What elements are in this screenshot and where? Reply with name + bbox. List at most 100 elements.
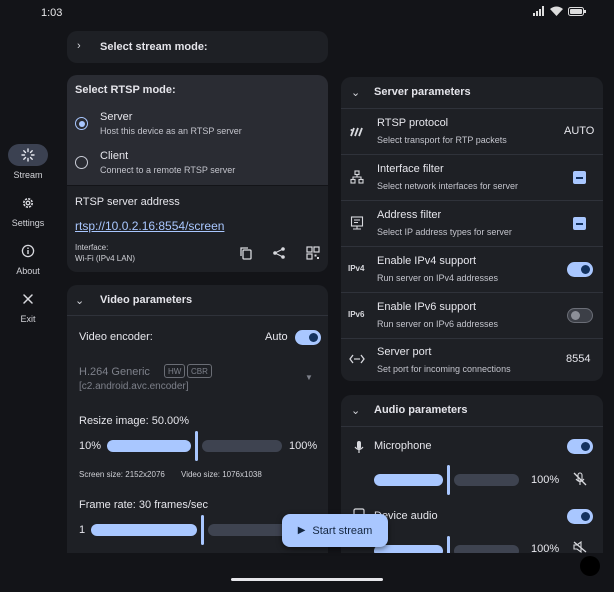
rail-item-settings[interactable]: Settings bbox=[0, 192, 56, 228]
rail-item-about[interactable]: About bbox=[0, 240, 56, 276]
gesture-home-bar[interactable] bbox=[231, 578, 383, 581]
address-filter-title: Address filter bbox=[377, 209, 442, 221]
address-filter-checkbox[interactable] bbox=[573, 217, 586, 230]
rail-item-stream[interactable]: Stream bbox=[0, 144, 56, 180]
ipv6-desc: Run server on IPv6 addresses bbox=[377, 319, 499, 329]
wifi-icon bbox=[550, 6, 563, 16]
ipv6-title: Enable IPv6 support bbox=[377, 301, 477, 313]
battery-icon bbox=[568, 6, 586, 16]
resize-max: 100% bbox=[289, 440, 318, 452]
ipv4-desc: Run server on IPv4 addresses bbox=[377, 273, 499, 283]
rail-item-exit[interactable]: Exit bbox=[0, 288, 56, 324]
mic-mute-icon[interactable] bbox=[573, 472, 587, 486]
ipv6-switch[interactable] bbox=[567, 308, 593, 323]
address-filter-row[interactable]: Address filter Select IP address types f… bbox=[341, 201, 603, 246]
rail-label-settings: Settings bbox=[11, 218, 45, 228]
video-size: Video size: 1076x1038 bbox=[181, 470, 262, 479]
option-server-desc: Host this device as an RTSP server bbox=[100, 126, 242, 136]
video-encoder-auto-switch[interactable] bbox=[295, 330, 321, 345]
network-icon bbox=[350, 170, 364, 184]
radio-client[interactable] bbox=[75, 156, 88, 169]
gear-icon bbox=[23, 198, 33, 208]
rail-label-about: About bbox=[16, 266, 40, 276]
microphone-switch[interactable] bbox=[567, 439, 593, 454]
video-parameters-card: ⌄ Video parameters Video encoder: Auto H… bbox=[67, 285, 328, 553]
codec-dropdown-icon[interactable]: ▼ bbox=[305, 373, 313, 382]
radio-server[interactable] bbox=[75, 117, 88, 130]
rtsp-option-client[interactable]: Client Connect to a remote RTSP server bbox=[67, 147, 328, 183]
server-port-title: Server port bbox=[377, 346, 432, 358]
stream-mode-title: Select stream mode: bbox=[100, 41, 208, 53]
ipv4-row[interactable]: IPv4 Enable IPv4 support Run server on I… bbox=[341, 247, 603, 292]
address-icon bbox=[350, 216, 364, 230]
interface-value: Wi-Fi (IPv4 LAN) bbox=[75, 254, 135, 263]
hw-badge: HW bbox=[164, 364, 186, 378]
resize-min: 10% bbox=[79, 440, 102, 452]
video-parameters-title: Video parameters bbox=[100, 294, 193, 306]
interface-label: Interface: bbox=[75, 243, 109, 252]
option-client-label: Client bbox=[100, 150, 129, 162]
frame-rate-min: 1 bbox=[79, 524, 86, 536]
ipv6-row[interactable]: IPv6 Enable IPv6 support Run server on I… bbox=[341, 293, 603, 338]
codec-name: H.264 Generic bbox=[79, 366, 150, 378]
rtsp-protocol-row[interactable]: RTSP protocol Select transport for RTP p… bbox=[341, 109, 603, 154]
frame-rate-slider[interactable] bbox=[91, 515, 311, 545]
chevron-down-icon[interactable]: ⌄ bbox=[75, 294, 84, 307]
ipv4-switch[interactable] bbox=[567, 262, 593, 277]
close-icon bbox=[23, 294, 33, 304]
resize-slider-active bbox=[107, 440, 191, 452]
chevron-right-icon: › bbox=[77, 40, 81, 52]
dev-slider-inactive bbox=[454, 545, 519, 553]
server-port-row[interactable]: Server port Set port for incoming connec… bbox=[341, 339, 603, 381]
share-icon[interactable] bbox=[272, 246, 286, 260]
signal-icon bbox=[533, 6, 544, 16]
rail-label-exit: Exit bbox=[20, 314, 36, 324]
dev-slider-thumb[interactable] bbox=[447, 536, 450, 553]
status-icons bbox=[533, 6, 586, 16]
start-stream-button[interactable]: ▶ Start stream bbox=[282, 514, 388, 547]
speaker-mute-icon[interactable] bbox=[573, 541, 587, 553]
rtsp-mode-card: Select RTSP mode: Server Host this devic… bbox=[67, 75, 328, 185]
interface-filter-desc: Select network interfaces for server bbox=[377, 181, 519, 191]
rtsp-protocol-value: AUTO bbox=[564, 125, 595, 137]
resize-label: Resize image: 50.00% bbox=[79, 415, 190, 427]
status-time: 1:03 bbox=[41, 7, 63, 19]
microphone-volume-text: 100% bbox=[531, 474, 560, 486]
mic-slider-active bbox=[374, 474, 443, 486]
rail-label-stream: Stream bbox=[13, 170, 43, 180]
device-audio-volume-slider[interactable] bbox=[374, 536, 519, 553]
protocol-icon bbox=[350, 127, 363, 137]
resize-slider-thumb[interactable] bbox=[195, 431, 198, 461]
device-audio-switch[interactable] bbox=[567, 509, 593, 524]
frame-slider-active bbox=[91, 524, 197, 536]
server-url-link[interactable]: rtsp://10.0.2.16:8554/screen bbox=[75, 219, 224, 233]
status-bar: 1:03 bbox=[0, 0, 614, 26]
resize-slider[interactable] bbox=[107, 431, 282, 461]
server-address-card: RTSP server address rtsp://10.0.2.16:855… bbox=[67, 186, 328, 272]
device-audio-volume-text: 100% bbox=[531, 543, 560, 555]
qr-code-icon[interactable] bbox=[306, 246, 320, 260]
mic-slider-thumb[interactable] bbox=[447, 465, 450, 495]
server-port-value: 8554 bbox=[566, 353, 591, 365]
stream-mode-card[interactable]: › Select stream mode: bbox=[67, 31, 328, 63]
interface-filter-checkbox[interactable] bbox=[573, 171, 586, 184]
frame-slider-thumb[interactable] bbox=[201, 515, 204, 545]
resize-slider-inactive bbox=[202, 440, 282, 452]
interface-filter-row[interactable]: Interface filter Select network interfac… bbox=[341, 155, 603, 200]
mic-slider-inactive bbox=[454, 474, 519, 486]
server-parameters-card: ⌄ Server parameters RTSP protocol Select… bbox=[341, 77, 603, 381]
microphone-volume-slider[interactable] bbox=[374, 465, 519, 495]
video-encoder-label: Video encoder: bbox=[79, 331, 153, 343]
rtsp-protocol-desc: Select transport for RTP packets bbox=[377, 135, 507, 145]
rtsp-option-server[interactable]: Server Host this device as an RTSP serve… bbox=[67, 108, 328, 144]
rtsp-mode-title: Select RTSP mode: bbox=[75, 84, 176, 96]
option-server-label: Server bbox=[100, 111, 133, 123]
chevron-down-icon[interactable]: ⌄ bbox=[351, 404, 360, 417]
chevron-down-icon[interactable]: ⌄ bbox=[351, 86, 360, 99]
server-port-desc: Set port for incoming connections bbox=[377, 364, 511, 374]
rtsp-protocol-title: RTSP protocol bbox=[377, 117, 449, 129]
floating-overlay-button[interactable] bbox=[580, 556, 600, 576]
ipv4-title: Enable IPv4 support bbox=[377, 255, 477, 267]
info-icon bbox=[21, 244, 35, 258]
copy-icon[interactable] bbox=[239, 246, 253, 260]
